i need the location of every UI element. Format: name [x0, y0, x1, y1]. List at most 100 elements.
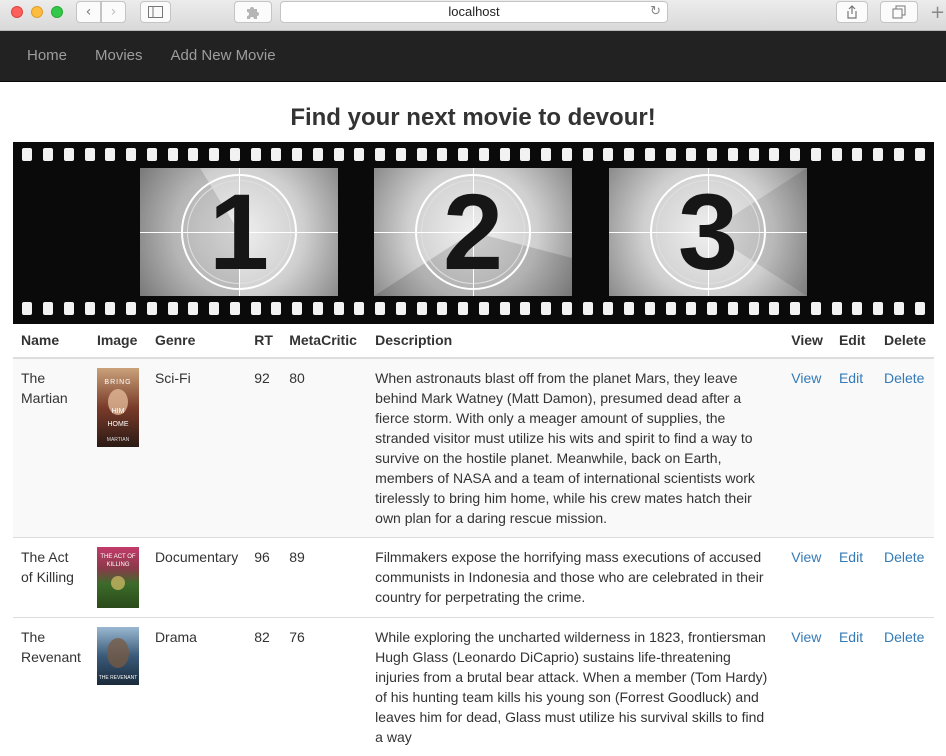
sprocket-hole	[873, 148, 883, 161]
show-tabs-button[interactable]	[880, 1, 918, 23]
movie-description: When astronauts blast off from the plane…	[367, 358, 783, 538]
sprocket-hole	[852, 148, 862, 161]
delete-movie-link[interactable]: Delete	[884, 549, 924, 565]
nav-movies-link[interactable]: Movies	[81, 31, 157, 81]
share-button[interactable]	[836, 1, 868, 23]
close-window-button[interactable]	[11, 6, 23, 18]
chevron-right-icon: ›	[111, 4, 117, 20]
sprocket-hole	[728, 302, 738, 315]
edit-movie-link[interactable]: Edit	[839, 549, 863, 565]
sprocket-hole	[790, 148, 800, 161]
view-movie-link[interactable]: View	[791, 370, 821, 386]
sprocket-hole	[541, 148, 551, 161]
sprocket-hole	[417, 148, 427, 161]
header-description: Description	[367, 322, 783, 358]
sprocket-hole	[437, 302, 447, 315]
browser-toolbar: ‹ › localhost ↻ +	[0, 0, 946, 31]
sprocket-hole	[666, 148, 676, 161]
sprocket-hole	[624, 302, 634, 315]
sprocket-hole	[271, 148, 281, 161]
view-movie-link[interactable]: View	[791, 549, 821, 565]
extension-button[interactable]	[234, 1, 272, 23]
nav-home-link[interactable]: Home	[13, 31, 81, 81]
reload-icon[interactable]: ↻	[650, 2, 661, 22]
sprocket-hole	[251, 148, 261, 161]
sprocket-holes-bottom	[13, 302, 934, 318]
movies-table: Name Image Genre RT MetaCritic Descripti…	[13, 322, 934, 756]
film-strip-banner: 1 2 3	[13, 142, 934, 324]
edit-movie-link[interactable]: Edit	[839, 629, 863, 645]
sprocket-hole	[562, 148, 572, 161]
chevron-left-icon: ‹	[86, 4, 92, 20]
sprocket-holes-top	[13, 148, 934, 164]
back-button[interactable]: ‹	[76, 1, 101, 23]
view-movie-link[interactable]: View	[791, 629, 821, 645]
sprocket-hole	[147, 148, 157, 161]
sprocket-hole	[313, 302, 323, 315]
movie-poster-image[interactable]: BRING HIM HOME MARTIAN	[97, 368, 139, 447]
sprocket-hole	[43, 302, 53, 315]
movie-name: The Revenant	[13, 618, 89, 756]
svg-text:THE REVENANT: THE REVENANT	[99, 675, 138, 681]
sprocket-hole	[375, 302, 385, 315]
sprocket-hole	[769, 148, 779, 161]
movie-name: The Martian	[13, 358, 89, 538]
sprocket-hole	[22, 302, 32, 315]
sprocket-hole	[188, 302, 198, 315]
header-edit: Edit	[831, 322, 876, 358]
sprocket-hole	[147, 302, 157, 315]
sprocket-hole	[541, 302, 551, 315]
address-bar[interactable]: localhost ↻	[280, 1, 668, 23]
countdown-number: 3	[609, 178, 807, 286]
forward-button[interactable]: ›	[101, 1, 126, 23]
sprocket-hole	[915, 148, 925, 161]
sprocket-hole	[811, 302, 821, 315]
sprocket-hole	[583, 148, 593, 161]
movie-poster-image[interactable]: THE REVENANT	[97, 627, 139, 685]
table-row: The Revenant THE REVENANT Drama 82 76 Wh…	[13, 618, 934, 756]
sidebar-icon	[148, 6, 163, 18]
sprocket-hole	[500, 302, 510, 315]
new-tab-icon[interactable]: +	[930, 6, 945, 20]
sprocket-hole	[188, 148, 198, 161]
sprocket-hole	[852, 302, 862, 315]
movie-poster-image[interactable]: THE ACT OF KILLING	[97, 547, 139, 608]
delete-movie-link[interactable]: Delete	[884, 370, 924, 386]
svg-text:BRING: BRING	[104, 379, 131, 386]
delete-movie-link[interactable]: Delete	[884, 629, 924, 645]
sprocket-hole	[126, 148, 136, 161]
sprocket-hole	[43, 148, 53, 161]
sprocket-hole	[894, 148, 904, 161]
countdown-frame-3: 3	[609, 168, 807, 296]
movie-genre: Documentary	[147, 538, 246, 618]
sprocket-hole	[105, 148, 115, 161]
sidebar-toggle-button[interactable]	[140, 1, 171, 23]
movie-rt-score: 82	[246, 618, 281, 756]
sprocket-hole	[707, 148, 717, 161]
sprocket-hole	[168, 302, 178, 315]
sprocket-hole	[375, 148, 385, 161]
header-rt: RT	[246, 322, 281, 358]
sprocket-hole	[64, 148, 74, 161]
sprocket-hole	[728, 148, 738, 161]
edit-movie-link[interactable]: Edit	[839, 370, 863, 386]
movie-genre: Drama	[147, 618, 246, 756]
tabs-icon	[892, 5, 906, 19]
sprocket-hole	[126, 302, 136, 315]
table-row: The Martian BRING HIM HOME MARTIAN Sci-F…	[13, 358, 934, 538]
nav-add-movie-link[interactable]: Add New Movie	[157, 31, 290, 81]
movie-metacritic-score: 76	[281, 618, 367, 756]
sprocket-hole	[707, 302, 717, 315]
zoom-window-button[interactable]	[51, 6, 63, 18]
sprocket-hole	[209, 148, 219, 161]
sprocket-hole	[520, 148, 530, 161]
sprocket-hole	[334, 148, 344, 161]
minimize-window-button[interactable]	[31, 6, 43, 18]
countdown-number: 2	[374, 178, 572, 286]
sprocket-hole	[458, 302, 468, 315]
sprocket-hole	[22, 148, 32, 161]
movie-poster-cell: THE REVENANT	[89, 618, 147, 756]
sprocket-hole	[790, 302, 800, 315]
sprocket-hole	[832, 302, 842, 315]
movie-rt-score: 92	[246, 358, 281, 538]
